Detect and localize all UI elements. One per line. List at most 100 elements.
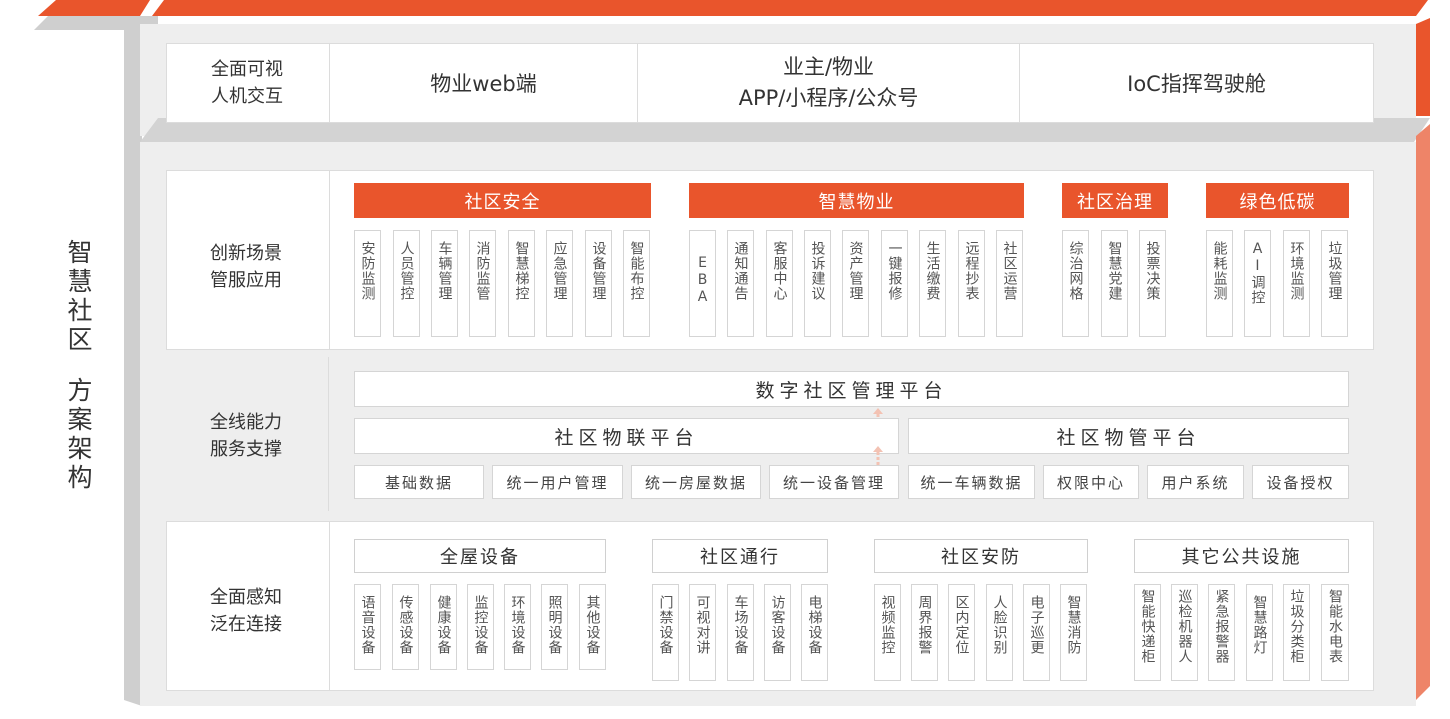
device-item: 电梯设备: [801, 584, 828, 681]
support-label: 全线能力 服务支撑: [166, 409, 326, 463]
device-item: 语音设备: [354, 584, 381, 670]
item-text: 资产管理: [847, 241, 864, 301]
digital-community-platform: 数字社区管理平台: [354, 371, 1349, 407]
app-item: 投票决策: [1139, 230, 1166, 337]
item-text: EBA: [694, 255, 711, 306]
device-item: 智能水电表: [1321, 584, 1349, 681]
item-text: 传感设备: [397, 595, 414, 655]
item-text: 健康设备: [435, 595, 452, 655]
title-char: 案: [67, 405, 93, 434]
perception-label: 全面感知 泛在连接: [166, 584, 326, 638]
device-item: 智慧消防: [1060, 584, 1087, 681]
item-text: 监控设备: [472, 595, 489, 655]
app-item: 综治网格: [1062, 230, 1089, 337]
item-text: 设备管理: [590, 241, 607, 301]
device-item: 门禁设备: [652, 584, 679, 681]
label-line: 管服应用: [210, 270, 282, 291]
item-text: 视频监控: [879, 595, 896, 655]
item-text: 智慧路灯: [1251, 595, 1268, 655]
app-item: 智慧党建: [1101, 230, 1128, 337]
page-title: 智 慧 社 区 方 案 架 构: [52, 238, 108, 492]
app-item: 投诉建议: [804, 230, 831, 337]
service-box: 设备授权: [1252, 465, 1349, 499]
item-text: 门禁设备: [657, 595, 674, 655]
device-item: 健康设备: [430, 584, 457, 670]
app-item: 社区运营: [996, 230, 1023, 337]
device-category: 全屋设备: [354, 539, 606, 573]
title-char: 方: [67, 376, 93, 405]
item-text: 远程抄表: [963, 241, 980, 301]
item-text: 应急管理: [551, 241, 568, 301]
device-item: 区内定位: [948, 584, 975, 681]
interaction-layer-edge: [1416, 18, 1430, 116]
service-box: 基础数据: [354, 465, 484, 499]
device-item: 环境设备: [504, 584, 531, 670]
app-item: AI调控: [1244, 230, 1271, 337]
app-item: 远程抄表: [958, 230, 985, 337]
app-item: EBA: [689, 230, 716, 337]
item-text: 环境设备: [509, 595, 526, 655]
item-text: 一键报修: [886, 241, 903, 301]
item-text: 能耗监测: [1211, 241, 1228, 301]
device-item: 智能快递柜: [1134, 584, 1161, 681]
item-text: 垃圾分类柜: [1288, 589, 1305, 664]
service-box: 权限中心: [1043, 465, 1139, 499]
title-char: 构: [67, 463, 93, 492]
cell-text: 物业web端: [430, 72, 537, 96]
category-bar: 社区治理: [1062, 183, 1168, 218]
app-item: 能耗监测: [1206, 230, 1233, 337]
app-item: 车辆管理: [431, 230, 458, 337]
divider: [328, 357, 329, 511]
device-item: 垃圾分类柜: [1283, 584, 1310, 681]
divider: [329, 522, 330, 690]
app-cell: 业主/物业 APP/小程序/公众号: [638, 44, 1019, 122]
device-item: 访客设备: [764, 584, 791, 681]
main-layer-edge: [1416, 124, 1430, 700]
app-item: 一键报修: [881, 230, 908, 337]
app-item: 设备管理: [585, 230, 612, 337]
label-line: 全面可视: [211, 59, 283, 80]
app-item: 客服中心: [766, 230, 793, 337]
cell-text: 业主/物业: [782, 55, 875, 79]
item-text: 访客设备: [769, 595, 786, 655]
item-text: 巡检机器人: [1176, 589, 1193, 664]
device-item: 可视对讲: [689, 584, 716, 681]
interaction-panel: 全面可视 人机交互 物业web端 业主/物业 APP/小程序/公众号 IoC指挥…: [166, 43, 1374, 123]
top-accent-bar: [152, 0, 1428, 16]
item-text: 语音设备: [359, 595, 376, 655]
service-box: 统一房屋数据: [631, 465, 761, 499]
item-text: 电子巡更: [1028, 595, 1045, 655]
item-text: 环境监测: [1288, 241, 1305, 301]
interaction-label: 全面可视 人机交互: [167, 56, 327, 110]
app-item: 安防监测: [354, 230, 381, 337]
item-text: 投票决策: [1144, 241, 1161, 301]
device-category: 社区通行: [652, 539, 828, 573]
item-text: 智能布控: [628, 241, 645, 301]
device-item: 照明设备: [541, 584, 568, 670]
label-line: 服务支撑: [210, 439, 282, 460]
app-item: 垃圾管理: [1321, 230, 1348, 337]
item-text: 垃圾管理: [1326, 241, 1343, 301]
item-text: 智慧梯控: [513, 241, 530, 301]
app-item: 智能布控: [623, 230, 650, 337]
item-text: 智慧消防: [1065, 595, 1082, 655]
category-bar: 社区安全: [354, 183, 651, 218]
device-item: 紧急报警器: [1208, 584, 1235, 681]
title-char: 社: [67, 296, 93, 325]
item-text: 紧急报警器: [1213, 589, 1230, 664]
app-item: 智慧梯控: [508, 230, 535, 337]
device-item: 人脸识别: [986, 584, 1013, 681]
item-text: AI调控: [1249, 241, 1266, 305]
service-box: 统一用户管理: [492, 465, 623, 499]
cell-text: APP/小程序/公众号: [738, 86, 919, 110]
property-platform: 社区物管平台: [908, 418, 1349, 454]
iot-platform: 社区物联平台: [354, 418, 899, 454]
title-char: 架: [67, 434, 93, 463]
item-text: 生活缴费: [924, 241, 941, 301]
item-text: 客服中心: [771, 241, 788, 301]
applications-label: 创新场景 管服应用: [166, 240, 326, 294]
item-text: 智慧党建: [1106, 241, 1123, 301]
category-bar: 智慧物业: [689, 183, 1024, 218]
device-category: 社区安防: [874, 539, 1088, 573]
app-item: 环境监测: [1283, 230, 1310, 337]
